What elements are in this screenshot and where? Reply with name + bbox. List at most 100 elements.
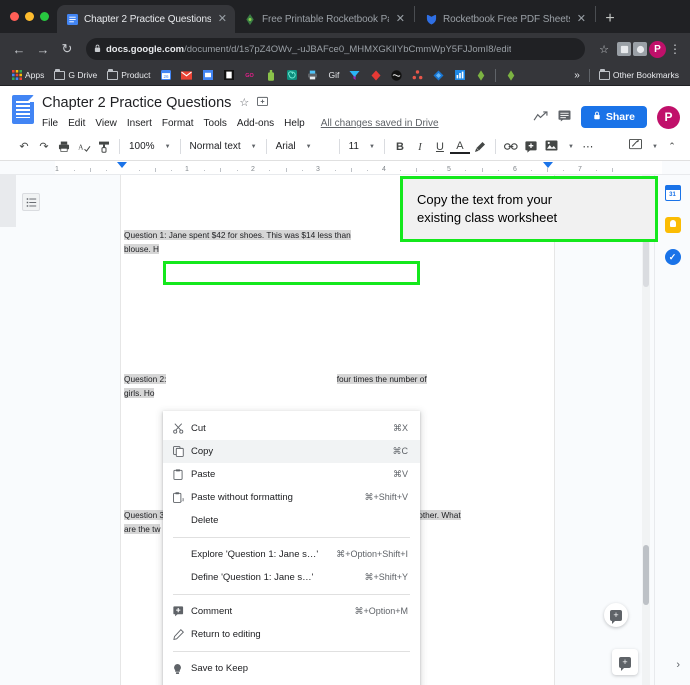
collapse-toolbar-button[interactable]: ⌃ — [662, 137, 682, 157]
maximize-window-button[interactable] — [40, 12, 49, 21]
right-indent-marker[interactable] — [543, 162, 553, 168]
document-paragraph-q2[interactable]: Question 2: four times the number of gir… — [124, 373, 548, 400]
left-indent-marker[interactable] — [117, 162, 127, 168]
bookmark-printer[interactable] — [302, 66, 323, 84]
close-tab-button[interactable]: ✕ — [576, 13, 587, 25]
menu-tools[interactable]: Tools — [204, 118, 227, 129]
explore-button[interactable]: + — [612, 649, 638, 675]
back-button[interactable]: ← — [8, 38, 30, 60]
apps-bookmark[interactable]: Apps — [6, 66, 49, 84]
browser-tab-3[interactable]: Rocketbook Free PDF Sheets - D ✕ — [416, 5, 594, 33]
reload-button[interactable]: ↻ — [56, 38, 78, 60]
context-menu-item-explore[interactable]: Explore 'Question 1: Jane s…' ⌘+Option+S… — [163, 543, 420, 566]
scrollbar-thumb[interactable] — [643, 545, 649, 605]
extension-icon-2[interactable] — [633, 42, 647, 56]
insert-image-dropdown[interactable]: ▼ — [541, 137, 578, 157]
avatar[interactable]: P — [657, 105, 680, 129]
bookmark-blue-diamond[interactable] — [428, 66, 449, 84]
bookmark-black-square[interactable] — [218, 66, 239, 84]
paint-format-icon[interactable] — [94, 137, 114, 157]
context-menu-item-paste[interactable]: Paste ⌘V — [163, 463, 420, 486]
profile-avatar[interactable]: P — [649, 40, 666, 58]
expand-side-panel-button[interactable]: › — [676, 659, 680, 671]
bookmark-gif[interactable]: Gif — [323, 66, 344, 84]
new-tab-button[interactable]: + — [597, 6, 623, 32]
highlighter-icon[interactable] — [470, 137, 490, 157]
context-menu-item-copy[interactable]: Copy ⌘C — [163, 440, 420, 463]
move-to-folder-icon[interactable] — [257, 96, 269, 109]
font-family-dropdown[interactable]: Arial ▼ — [272, 137, 334, 157]
bookmark-spiral[interactable] — [281, 66, 302, 84]
undo-button[interactable]: ↶ — [14, 137, 34, 157]
menu-format[interactable]: Format — [162, 118, 194, 129]
print-icon[interactable] — [54, 137, 74, 157]
minimize-window-button[interactable] — [25, 12, 34, 21]
italic-button[interactable]: I — [410, 137, 430, 157]
close-window-button[interactable] — [10, 12, 19, 21]
context-menu-item-cut[interactable]: Cut ⌘X — [163, 417, 420, 440]
forward-button[interactable]: → — [32, 38, 54, 60]
sidebar-item-tasks[interactable]: ✓ — [664, 249, 681, 265]
bookmark-red-diamond[interactable] — [365, 66, 386, 84]
context-menu-item-delete[interactable]: Delete — [163, 509, 420, 532]
add-comment-icon[interactable] — [521, 137, 541, 157]
menu-help[interactable]: Help — [284, 118, 305, 129]
bookmarks-overflow-button[interactable]: » — [569, 70, 585, 81]
context-menu-item-save-to-keep[interactable]: Save to Keep — [163, 657, 420, 680]
extension-icon-1[interactable] — [617, 42, 631, 56]
bookmark-gmail[interactable] — [176, 66, 197, 84]
text-color-button[interactable]: A — [449, 139, 470, 154]
browser-menu-button[interactable]: ⋮ — [668, 42, 682, 56]
document-outline-button[interactable] — [22, 193, 40, 211]
browser-tab-1[interactable]: Chapter 2 Practice Questions - G ✕ — [57, 5, 235, 33]
bookmark-calendar[interactable]: 26 — [155, 66, 176, 84]
horizontal-ruler[interactable]: 1 1 2 3 4 5 6 7 — [0, 161, 690, 175]
share-button[interactable]: Share — [580, 106, 647, 128]
close-tab-button[interactable]: ✕ — [217, 13, 228, 25]
context-menu-item-return-to-editing[interactable]: Return to editing — [163, 623, 420, 646]
bookmark-slides[interactable] — [197, 66, 218, 84]
context-menu-item-paste-without-formatting[interactable]: A Paste without formatting ⌘+Shift+V — [163, 486, 420, 509]
floating-add-comment-button[interactable]: + — [604, 603, 628, 627]
star-icon[interactable]: ☆ — [239, 96, 249, 109]
bookmark-chart[interactable] — [449, 66, 470, 84]
bookmark-cluster[interactable] — [407, 66, 428, 84]
link-icon[interactable] — [501, 137, 521, 157]
context-menu[interactable]: Cut ⌘X Copy ⌘C Paste ⌘V Paste without fo… — [163, 411, 420, 685]
sidebar-item-keep[interactable] — [664, 217, 681, 233]
menu-view[interactable]: View — [95, 118, 117, 129]
document-scrollbar[interactable] — [642, 175, 650, 685]
menu-insert[interactable]: Insert — [127, 118, 152, 129]
activity-icon[interactable] — [533, 110, 548, 125]
menu-file[interactable]: File — [42, 118, 58, 129]
browser-tab-2[interactable]: Free Printable Rocketbook Pages ✕ — [235, 5, 413, 33]
editing-mode-dropdown[interactable]: ▼ — [625, 137, 662, 157]
more-options-button[interactable]: ⋯ — [578, 137, 598, 157]
vertical-ruler[interactable] — [0, 175, 16, 685]
bookmark-g-drive[interactable]: G Drive — [49, 66, 102, 84]
context-menu-item-define[interactable]: Define 'Question 1: Jane s…' ⌘+Shift+Y — [163, 566, 420, 589]
font-size-dropdown[interactable]: 11 ▼ — [345, 137, 379, 157]
context-menu-item-comment[interactable]: Comment ⌘+Option+M — [163, 600, 420, 623]
spellcheck-icon[interactable]: A — [74, 137, 94, 157]
bookmark-product[interactable]: Product — [102, 66, 155, 84]
save-status[interactable]: All changes saved in Drive — [321, 118, 439, 129]
underline-button[interactable]: U — [430, 137, 450, 157]
bookmark-go[interactable]: GO — [239, 66, 260, 84]
paragraph-style-dropdown[interactable]: Normal text ▼ — [186, 137, 261, 157]
address-bar[interactable]: docs.google.com/document/d/1s7pZ4OWv_-uJ… — [86, 38, 585, 60]
bookmark-funnel[interactable] — [344, 66, 365, 84]
bold-button[interactable]: B — [390, 137, 410, 157]
bookmark-black-circle[interactable] — [386, 66, 407, 84]
menu-add-ons[interactable]: Add-ons — [237, 118, 274, 129]
bookmark-green-drop-2[interactable] — [500, 66, 521, 84]
bookmark-bottle[interactable] — [260, 66, 281, 84]
page-title[interactable]: Chapter 2 Practice Questions — [42, 95, 231, 111]
sidebar-item-calendar[interactable]: 31 — [664, 185, 681, 201]
menu-edit[interactable]: Edit — [68, 118, 85, 129]
close-tab-button[interactable]: ✕ — [395, 13, 406, 25]
zoom-dropdown[interactable]: 100% ▼ — [125, 137, 175, 157]
comment-history-icon[interactable] — [558, 109, 571, 125]
other-bookmarks-folder[interactable]: Other Bookmarks — [594, 66, 684, 84]
redo-button[interactable]: ↷ — [34, 137, 54, 157]
